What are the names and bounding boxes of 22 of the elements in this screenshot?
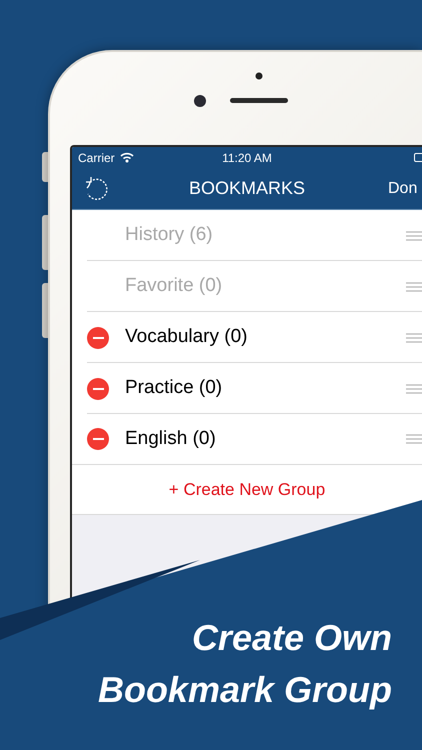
wifi-icon bbox=[120, 152, 134, 163]
group-name: Favorite (0) bbox=[125, 274, 222, 298]
drag-handle-icon[interactable] bbox=[406, 230, 422, 240]
drag-handle-icon[interactable] bbox=[406, 332, 422, 342]
drag-handle-icon[interactable] bbox=[406, 282, 422, 292]
drag-handle-icon[interactable] bbox=[406, 434, 422, 444]
done-button[interactable]: Don bbox=[388, 176, 418, 200]
group-name: History (6) bbox=[125, 223, 213, 248]
caption-line: Create Own bbox=[192, 620, 392, 656]
create-group-button[interactable]: + Create New Group bbox=[72, 465, 422, 515]
group-name: Practice (0) bbox=[125, 376, 222, 400]
delete-icon[interactable] bbox=[87, 428, 109, 450]
drag-handle-icon[interactable] bbox=[406, 384, 422, 394]
carrier-label: Carrier bbox=[78, 150, 115, 166]
screen-title: BOOKMARKS bbox=[188, 177, 306, 200]
delete-icon[interactable] bbox=[87, 378, 109, 400]
group-name: Vocabulary (0) bbox=[125, 325, 248, 350]
status-time: 11:20 AM bbox=[222, 150, 272, 166]
group-name: English (0) bbox=[125, 426, 216, 451]
caption-line: Bookmark Group bbox=[98, 672, 392, 708]
refresh-icon[interactable] bbox=[84, 176, 110, 202]
delete-icon[interactable] bbox=[87, 326, 109, 348]
